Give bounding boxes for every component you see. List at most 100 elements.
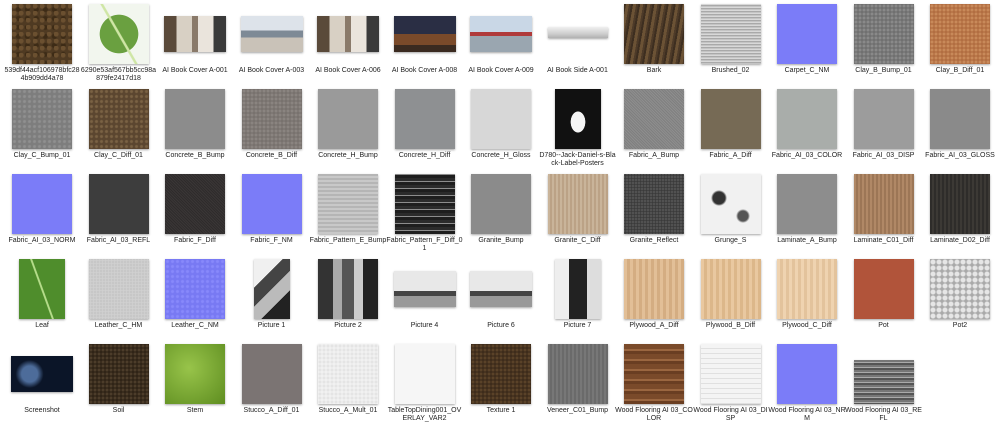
thumbnail-frame xyxy=(922,172,998,234)
file-item[interactable]: Laminate_A_Bump xyxy=(769,172,845,245)
file-item[interactable]: Screenshot xyxy=(4,342,80,415)
file-item[interactable]: Picture 6 xyxy=(463,257,539,330)
file-item[interactable]: Granite_C_Diff xyxy=(540,172,616,245)
file-item[interactable]: Fabric_Pattern_F_Diff_01 xyxy=(386,172,463,253)
file-item[interactable]: Fabric_F_NM xyxy=(234,172,310,245)
file-item[interactable]: Wood Flooring AI 03_NRM xyxy=(768,342,846,423)
file-item[interactable]: Carpet_C_NM xyxy=(769,2,845,75)
file-item[interactable]: Concrete_H_Gloss xyxy=(463,87,539,160)
file-item[interactable]: Laminate_C01_Diff xyxy=(846,172,922,245)
file-item[interactable]: Fabric_AI_03_DISP xyxy=(846,87,922,160)
file-item[interactable]: Stucco_A_Diff_01 xyxy=(234,342,310,415)
file-name-label: Laminate_A_Bump xyxy=(777,237,837,244)
file-item[interactable]: Texture 1 xyxy=(463,342,539,415)
file-thumbnail-image xyxy=(853,4,914,64)
file-item[interactable]: Pot2 xyxy=(922,257,998,330)
file-item[interactable]: Veneer_C01_Bump xyxy=(540,342,616,415)
file-item[interactable]: Fabric_AI_03_REFL xyxy=(81,172,157,245)
file-item[interactable]: Pot xyxy=(846,257,922,330)
file-item[interactable]: Granite_Bump xyxy=(463,172,539,245)
thumbnail-frame xyxy=(387,172,463,234)
file-thumbnail-image xyxy=(930,4,990,64)
file-item[interactable]: Soil xyxy=(81,342,157,415)
file-thumbnail-image xyxy=(318,259,378,319)
file-item[interactable]: Stucco_A_Mult_01 xyxy=(310,342,386,415)
file-item[interactable]: Picture 4 xyxy=(387,257,463,330)
file-item[interactable]: Grunge_S xyxy=(693,172,769,245)
file-item[interactable]: Laminate_D02_Diff xyxy=(922,172,998,245)
file-item[interactable]: Clay_B_Diff_01 xyxy=(922,2,998,75)
file-name-label: Concrete_H_Gloss xyxy=(471,152,531,159)
file-item[interactable]: Fabric_F_Diff xyxy=(157,172,233,245)
file-item[interactable]: Granite_Reflect xyxy=(616,172,692,245)
file-thumbnail-image xyxy=(853,89,914,149)
file-item[interactable]: Concrete_H_Bump xyxy=(310,87,386,160)
thumbnail-frame xyxy=(4,87,80,149)
file-item[interactable]: TableTopDining001_OVERLAY_VAR2 xyxy=(387,342,463,423)
file-name-label: Wood Flooring AI 03_DISP xyxy=(693,407,768,422)
file-name-label: Plywood_A_Diff xyxy=(629,322,679,329)
file-item[interactable]: Clay_C_Bump_01 xyxy=(4,87,80,160)
file-item[interactable]: Plywood_B_Diff xyxy=(693,257,769,330)
file-item[interactable]: Plywood_A_Diff xyxy=(616,257,692,330)
file-item[interactable]: Stem xyxy=(157,342,233,415)
file-item[interactable]: Picture 2 xyxy=(310,257,386,330)
file-name-label: Brushed_02 xyxy=(711,67,750,74)
file-item[interactable]: Bark xyxy=(616,2,692,75)
file-thumbnail-image xyxy=(700,4,761,64)
file-item[interactable]: Plywood_C_Diff xyxy=(769,257,845,330)
file-item[interactable]: Concrete_H_Diff xyxy=(387,87,463,160)
file-item[interactable]: 6290e53af567bb5cc98a879fe2417d18 xyxy=(81,2,157,83)
file-item[interactable]: AI Book Cover A-008 xyxy=(387,2,463,75)
file-item[interactable]: AI Book Cover A-003 xyxy=(234,2,310,75)
file-thumbnail-image xyxy=(930,259,990,319)
file-name-label: Fabric_A_Diff xyxy=(709,152,752,159)
file-item[interactable]: AI Book Cover A-009 xyxy=(463,2,539,75)
thumbnail-frame xyxy=(81,342,157,404)
file-name-label: Fabric_A_Bump xyxy=(628,152,680,159)
file-name-label: AI Book Cover A-003 xyxy=(238,67,305,74)
file-item[interactable]: AI Book Side A-001 xyxy=(540,2,616,75)
file-name-label: Clay_B_Bump_01 xyxy=(855,67,912,74)
file-item[interactable]: Fabric_A_Diff xyxy=(693,87,769,160)
file-item[interactable]: Fabric_AI_03_NORM xyxy=(4,172,80,245)
file-item[interactable]: Leather_C_HM xyxy=(81,257,157,330)
file-thumbnail-image xyxy=(547,174,608,234)
thumbnail-frame xyxy=(81,257,157,319)
file-item[interactable]: Leather_C_NM xyxy=(157,257,233,330)
file-item[interactable]: Brushed_02 xyxy=(693,2,769,75)
file-item[interactable]: Leaf xyxy=(4,257,80,330)
file-item[interactable]: Fabric_A_Bump xyxy=(616,87,692,160)
file-thumbnail-image xyxy=(930,174,990,234)
file-item[interactable]: Picture 7 xyxy=(540,257,616,330)
file-item[interactable]: Fabric_AI_03_GLOSS xyxy=(922,87,998,160)
file-item[interactable]: Concrete_B_Bump xyxy=(157,87,233,160)
file-item[interactable]: AI Book Cover A-006 xyxy=(310,2,386,75)
thumbnail-frame xyxy=(310,2,386,64)
file-name-label: Texture 1 xyxy=(486,407,516,414)
file-item[interactable]: Clay_B_Bump_01 xyxy=(846,2,922,75)
thumbnail-frame xyxy=(769,2,845,64)
file-item[interactable]: Wood Flooring AI 03_REFL xyxy=(845,342,922,423)
thumbnail-frame xyxy=(387,257,463,319)
file-item[interactable]: Wood Flooring AI 03_DISP xyxy=(693,342,769,423)
file-item[interactable]: D780--Jack-Daniel-s-Black-Label-Posters xyxy=(539,87,616,168)
file-thumbnail-image xyxy=(165,174,225,234)
file-item[interactable]: AI Book Cover A-001 xyxy=(157,2,233,75)
file-item[interactable]: Fabric_Pattern_E_Bump xyxy=(310,172,386,245)
thumbnail-frame xyxy=(234,172,310,234)
file-item[interactable]: Concrete_B_Diff xyxy=(234,87,310,160)
file-thumbnail-image xyxy=(164,16,226,52)
file-thumbnail-image xyxy=(700,89,761,149)
file-item[interactable]: Wood Flooring AI 03_COLOR xyxy=(615,342,693,423)
file-item[interactable]: 539df44acf106978bfc284b909dd4a78 xyxy=(4,2,80,83)
file-thumbnail-image xyxy=(240,16,303,52)
file-item[interactable]: Fabric_AI_03_COLOR xyxy=(769,87,845,160)
file-thumbnail-image xyxy=(547,27,608,38)
file-thumbnail-image xyxy=(318,344,378,404)
file-thumbnail-image xyxy=(624,89,684,149)
file-item[interactable]: Picture 1 xyxy=(234,257,310,330)
file-name-label: Leather_C_HM xyxy=(94,322,143,329)
file-name-label: Fabric_F_Diff xyxy=(174,237,216,244)
file-item[interactable]: Clay_C_Diff_01 xyxy=(81,87,157,160)
